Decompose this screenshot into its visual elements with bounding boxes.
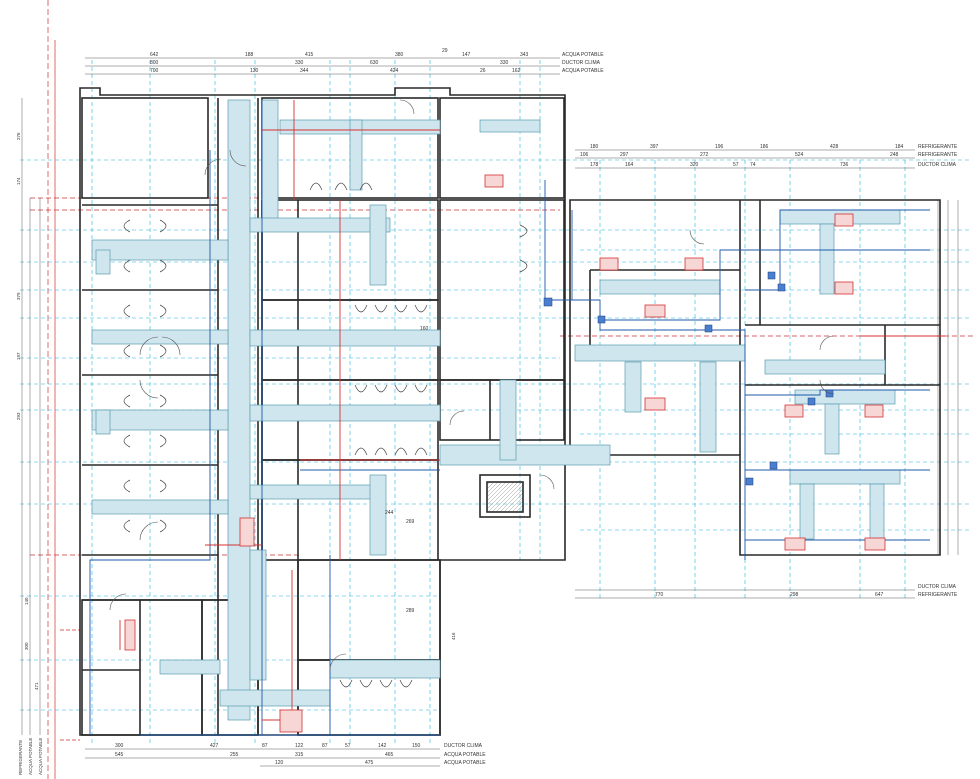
dim-left-6: 300 <box>24 642 29 650</box>
dim-top-14: 344 <box>300 68 309 74</box>
dim-bottom-4: 122 <box>295 743 304 749</box>
right-label-3: DUCTOR CLIMA <box>918 162 957 168</box>
dim-right-15: 57 <box>733 162 739 168</box>
top-label-2: DUCTOR CLIMA <box>562 60 601 66</box>
right-dimension-labels: 180 397 196 186 428 184 106 297 272 524 … <box>580 144 958 168</box>
inner-dim-2: 269 <box>406 519 415 525</box>
dim-left-1: 276 <box>16 132 21 140</box>
dim-bottom-2: 427 <box>210 743 219 749</box>
dim-right-10: 524 <box>795 152 804 158</box>
dim-top-8: 800 <box>150 60 159 66</box>
bottom-label-2: ACQUA POTABLE <box>444 752 486 758</box>
inner-dimension-labels: 244 269 289 416 160 <box>385 326 456 640</box>
dim-bottom-9: 545 <box>115 752 124 758</box>
dim-top-6: 147 <box>462 52 471 58</box>
dim-top-3: 415 <box>305 52 314 58</box>
dim-top-4: 380 <box>395 52 404 58</box>
dim-top-15: 424 <box>390 68 399 74</box>
dim-bottom-10: 255 <box>230 752 239 758</box>
dim-right-3: 196 <box>715 144 724 150</box>
inner-dim-1: 244 <box>385 510 394 516</box>
left-label-2: ACQUA POTABLE <box>28 738 33 775</box>
left-label-3: ACQUA POTABLE <box>38 738 43 775</box>
dim-left-2: 174 <box>16 177 21 185</box>
dim-right-4: 186 <box>760 144 769 150</box>
top-label-1: ACQUA POTABLE <box>562 52 604 58</box>
bottom-label-1: DUCTOR CLIMA <box>444 743 483 749</box>
top-dimension-labels: 642 188 415 380 29 147 343 800 330 630 3… <box>150 48 604 74</box>
dim-right-17: 736 <box>840 162 849 168</box>
dim-left-8: 471 <box>34 682 39 690</box>
dim-bottom-6: 57 <box>345 743 351 749</box>
dim-top-13: 130 <box>250 68 259 74</box>
left-label-1: REFRIGERANTE <box>18 740 23 775</box>
dim-right-8: 297 <box>620 152 629 158</box>
dim-top-2: 188 <box>245 52 254 58</box>
dim-left-4: 197 <box>16 352 21 360</box>
top-label-3: ACQUA POTABLE <box>562 68 604 74</box>
dim-top-12: 700 <box>150 68 159 74</box>
dim-bottom-5: 87 <box>322 743 328 749</box>
dim-right-1: 180 <box>590 144 599 150</box>
dim-right-14: 320 <box>690 162 699 168</box>
dim-bottom-right-3: 647 <box>875 592 884 598</box>
dim-right-11: 248 <box>890 152 899 158</box>
dim-top-9: 330 <box>295 60 304 66</box>
dim-right-2: 397 <box>650 144 659 150</box>
dim-top-10: 630 <box>370 60 379 66</box>
dim-top-16: 26 <box>480 68 486 74</box>
dim-bottom-7: 142 <box>378 743 387 749</box>
left-dimension-labels: 276 174 379 197 293 300 140 471 REFRIGER… <box>16 132 43 775</box>
dim-right-7: 106 <box>580 152 589 158</box>
dim-top-1: 642 <box>150 52 159 58</box>
dim-left-5: 293 <box>16 412 21 420</box>
inner-dim-3: 289 <box>406 608 415 614</box>
right-label-1: REFRIGERANTE <box>918 144 958 150</box>
right-label-2: REFRIGERANTE <box>918 152 958 158</box>
hvac-floor-plan: 642 188 415 380 29 147 343 800 330 630 3… <box>16 0 975 779</box>
dim-right-5: 428 <box>830 144 839 150</box>
bottom-dimension-labels: 300 427 87 122 87 57 142 150 545 255 315… <box>115 743 486 766</box>
inner-dim-5: 160 <box>420 326 429 332</box>
dim-bottom-1: 300 <box>115 743 124 749</box>
dim-top-17: 162 <box>512 68 521 74</box>
dim-bottom-right-1: 770 <box>655 592 664 598</box>
bottom-label-3: ACQUA POTABLE <box>444 760 486 766</box>
dim-bottom-14: 475 <box>365 760 374 766</box>
dim-bottom-right-2: 298 <box>790 592 799 598</box>
dim-bottom-13: 120 <box>275 760 284 766</box>
dim-right-12: 178 <box>590 162 599 168</box>
dim-bottom-12: 465 <box>385 752 394 758</box>
dim-top-5: 29 <box>442 48 448 54</box>
bottom-right-label-1: DUCTOR CLIMA <box>918 584 957 590</box>
dim-right-16: 74 <box>750 162 756 168</box>
dim-bottom-8: 150 <box>412 743 421 749</box>
dim-right-6: 184 <box>895 144 904 150</box>
dim-left-7: 140 <box>24 597 29 605</box>
dim-top-7: 343 <box>520 52 529 58</box>
dim-right-13: 164 <box>625 162 634 168</box>
bottom-right-dimension-labels: 770 298 647 DUCTOR CLIMA REFRIGERANTE <box>655 584 958 598</box>
dim-bottom-3: 87 <box>262 743 268 749</box>
inner-dim-4: 416 <box>451 632 456 640</box>
dim-right-9: 272 <box>700 152 709 158</box>
bottom-right-label-2: REFRIGERANTE <box>918 592 958 598</box>
dim-bottom-11: 315 <box>295 752 304 758</box>
dim-left-3: 379 <box>16 292 21 300</box>
dim-top-11: 330 <box>500 60 509 66</box>
